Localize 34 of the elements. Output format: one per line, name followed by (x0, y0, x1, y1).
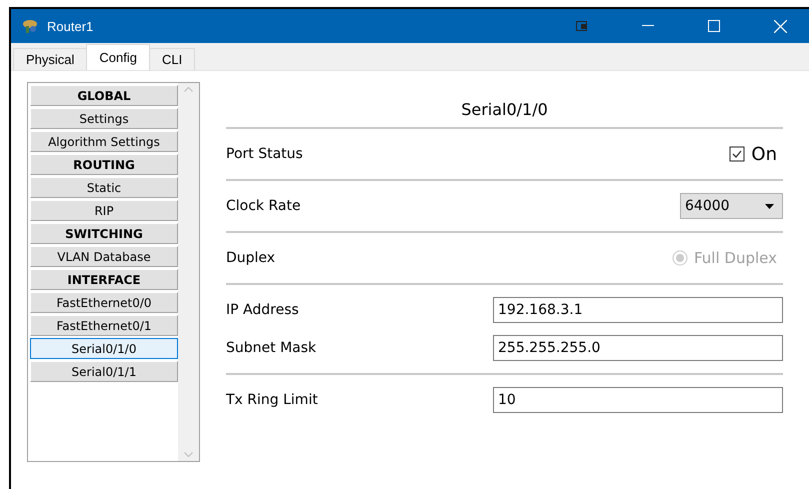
field-label: Tx Ring Limit (226, 392, 318, 408)
sidebar-header[interactable]: SWITCHING (30, 223, 178, 244)
tab[interactable]: Config (86, 44, 150, 70)
panel-title: Serial0/1/0 (461, 99, 548, 121)
sidebar-item[interactable]: Serial0/1/1 (30, 361, 178, 382)
sidebar-item[interactable]: Static (30, 177, 178, 198)
sidebar-item[interactable]: Settings (30, 108, 178, 129)
caret-icon (765, 204, 774, 208)
sidebar-header[interactable]: ROUTING (30, 154, 178, 175)
field-label: Clock Rate (226, 198, 301, 214)
sidebar-header[interactable]: GLOBAL (30, 85, 178, 106)
clock-rate-select[interactable]: 64000 (680, 193, 783, 219)
checkbox-icon[interactable] (729, 146, 746, 162)
router-icon (21, 18, 39, 34)
field-label: Duplex (226, 250, 276, 266)
field-label: IP Address (226, 302, 299, 318)
text-field[interactable]: 10 (493, 387, 783, 413)
scroll-down-icon[interactable] (184, 452, 193, 457)
port-status-checkbox[interactable]: On (729, 144, 783, 164)
sidebar-item[interactable]: VLAN Database (30, 246, 178, 267)
sidebar-item[interactable]: FastEthernet0/0 (30, 292, 178, 313)
sidebar-item[interactable]: FastEthernet0/1 (30, 315, 178, 336)
scroll-up-icon[interactable] (184, 87, 193, 92)
sidebar-header[interactable]: INTERFACE (30, 269, 178, 290)
text-field[interactable]: 255.255.255.0 (493, 335, 783, 361)
sidebar-item[interactable]: Algorithm Settings (30, 131, 178, 152)
tab[interactable]: CLI (149, 48, 196, 70)
sidebar-item[interactable]: Serial0/1/0 (30, 338, 178, 359)
window-title: Router1 (47, 18, 94, 34)
field-label: Subnet Mask (226, 340, 316, 356)
text-field[interactable]: 192.168.3.1 (493, 297, 783, 323)
field-label: Port Status (226, 146, 303, 162)
tab[interactable]: Physical (13, 48, 88, 70)
sidebar-item[interactable]: RIP (30, 200, 178, 221)
